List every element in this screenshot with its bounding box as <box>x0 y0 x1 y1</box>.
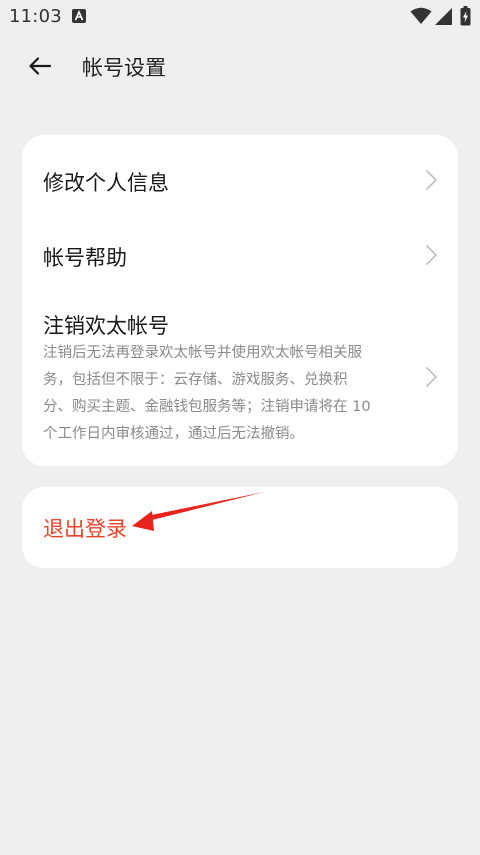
chevron-right-icon <box>426 245 437 265</box>
chevron-right-icon <box>426 367 437 387</box>
account-options-card: 修改个人信息 帐号帮助 注销欢太帐号 注销后无法再登录欢太帐号并使用欢太帐号相关… <box>22 135 458 466</box>
status-time: 11:03 <box>9 6 62 27</box>
delete-account-description: 注销后无法再登录欢太帐号并使用欢太帐号相关服 务，包括但不限于：云存储、游戏服务… <box>43 340 415 448</box>
description-line: 注销后无法再登录欢太帐号并使用欢太帐号相关服 <box>43 345 362 361</box>
logout-label: 退出登录 <box>43 517 127 541</box>
description-line: 个工作日内审核通过，通过后无法撤销。 <box>43 426 304 442</box>
chevron-right-icon <box>426 170 437 190</box>
back-button[interactable] <box>26 52 56 80</box>
menu-item-label: 修改个人信息 <box>43 171 169 195</box>
logout-card: 退出登录 <box>22 487 458 568</box>
account-help-item[interactable]: 帐号帮助 <box>22 223 458 287</box>
a-icon <box>72 9 86 23</box>
delete-account-item[interactable]: 注销欢太帐号 注销后无法再登录欢太帐号并使用欢太帐号相关服 务，包括但不限于：云… <box>22 300 458 460</box>
battery-charging-icon <box>460 6 471 26</box>
menu-item-label: 帐号帮助 <box>43 246 127 270</box>
description-line: 务，包括但不限于：云存储、游戏服务、兑换积 <box>43 372 348 388</box>
description-line: 分、购买主题、金融钱包服务等；注销申请将在 10 <box>43 399 371 415</box>
edit-profile-item[interactable]: 修改个人信息 <box>22 147 458 211</box>
arrow-left-icon <box>29 57 52 75</box>
menu-item-label: 注销欢太帐号 <box>43 314 169 338</box>
page-title: 帐号设置 <box>82 56 166 80</box>
status-bar: 11:03 <box>0 0 480 34</box>
cell-signal-icon <box>435 8 452 25</box>
logout-button[interactable]: 退出登录 <box>22 487 458 568</box>
wifi-icon <box>410 7 432 24</box>
app-header: 帐号设置 <box>0 44 480 88</box>
